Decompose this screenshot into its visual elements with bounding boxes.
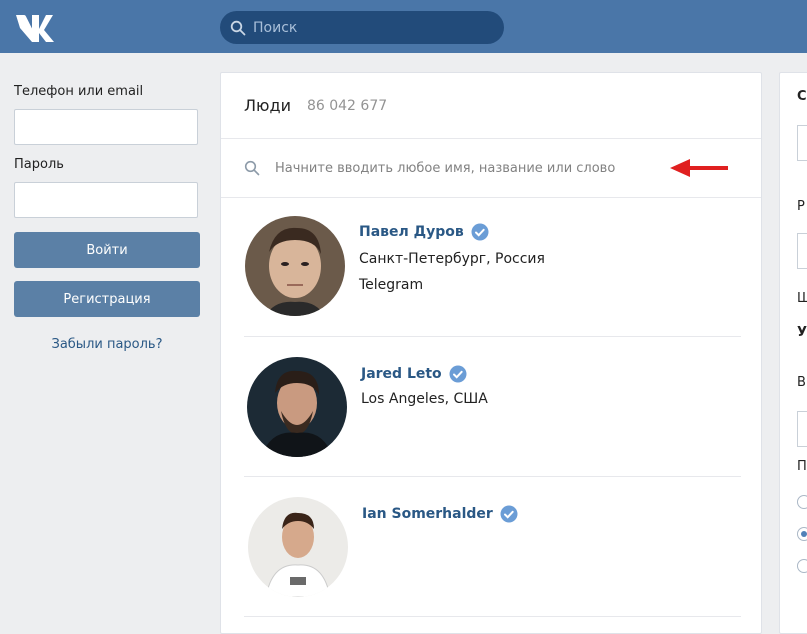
person-work: Telegram [359, 277, 424, 293]
filter-label: В [797, 375, 806, 390]
person-name-link[interactable]: Jared Leto [361, 365, 467, 383]
phone-email-field[interactable] [14, 109, 198, 145]
filter-label: П [797, 459, 807, 474]
search-icon [244, 160, 260, 176]
person-location: Los Angeles, США [361, 391, 488, 407]
search-icon [230, 20, 246, 35]
header-search[interactable]: Поиск [220, 11, 504, 44]
people-title: Люди [244, 96, 291, 115]
verified-icon [449, 365, 467, 383]
filter-radio[interactable] [797, 495, 807, 509]
filter-label: Р [797, 199, 805, 214]
filter-select[interactable] [797, 233, 807, 269]
forgot-password-link[interactable]: Забыли пароль? [14, 337, 200, 352]
filter-radio[interactable] [797, 559, 807, 573]
person-name-link[interactable]: Павел Дуров [359, 223, 489, 241]
divider [244, 616, 741, 617]
people-card: Люди 86 042 677 Начните вводить любое им… [220, 72, 762, 634]
red-arrow-icon [670, 159, 728, 177]
verified-icon [471, 223, 489, 241]
person-name-link[interactable]: Ian Somerhalder [362, 505, 518, 523]
filter-radio[interactable] [797, 527, 807, 541]
password-label: Пароль [14, 157, 64, 172]
filter-label: У [797, 325, 807, 340]
login-button[interactable]: Войти [14, 232, 200, 268]
avatar[interactable] [245, 216, 345, 316]
filter-select[interactable] [797, 125, 807, 161]
verified-icon [500, 505, 518, 523]
avatar[interactable] [248, 497, 348, 597]
filter-label: Ш [797, 291, 807, 306]
people-search-field[interactable]: Начните вводить любое имя, название или … [221, 139, 761, 198]
password-field[interactable] [14, 182, 198, 218]
list-item[interactable]: Jared Leto Los Angeles, США [221, 337, 761, 477]
person-name: Jared Leto [361, 366, 442, 382]
list-item[interactable]: Павел Дуров Санкт-Петербург, Россия Tele… [221, 197, 761, 337]
filter-heading: С [797, 89, 807, 104]
person-location: Санкт-Петербург, Россия [359, 251, 545, 267]
person-name: Павел Дуров [359, 224, 464, 240]
people-header: Люди 86 042 677 [221, 73, 761, 139]
filter-panel: С Р Ш У В П [779, 72, 807, 634]
people-search-placeholder: Начните вводить любое имя, название или … [275, 160, 616, 176]
login-panel: Телефон или email Пароль Войти Регистрац… [14, 72, 200, 352]
header-search-placeholder: Поиск [253, 19, 298, 36]
people-count: 86 042 677 [306, 97, 388, 114]
register-button[interactable]: Регистрация [14, 281, 200, 317]
avatar[interactable] [247, 357, 347, 457]
top-bar: Поиск [0, 0, 807, 53]
filter-select[interactable] [797, 411, 807, 447]
person-name: Ian Somerhalder [362, 506, 493, 522]
vk-logo-icon[interactable] [14, 10, 60, 42]
list-item[interactable]: Ian Somerhalder [221, 477, 761, 617]
phone-label: Телефон или email [14, 84, 144, 99]
